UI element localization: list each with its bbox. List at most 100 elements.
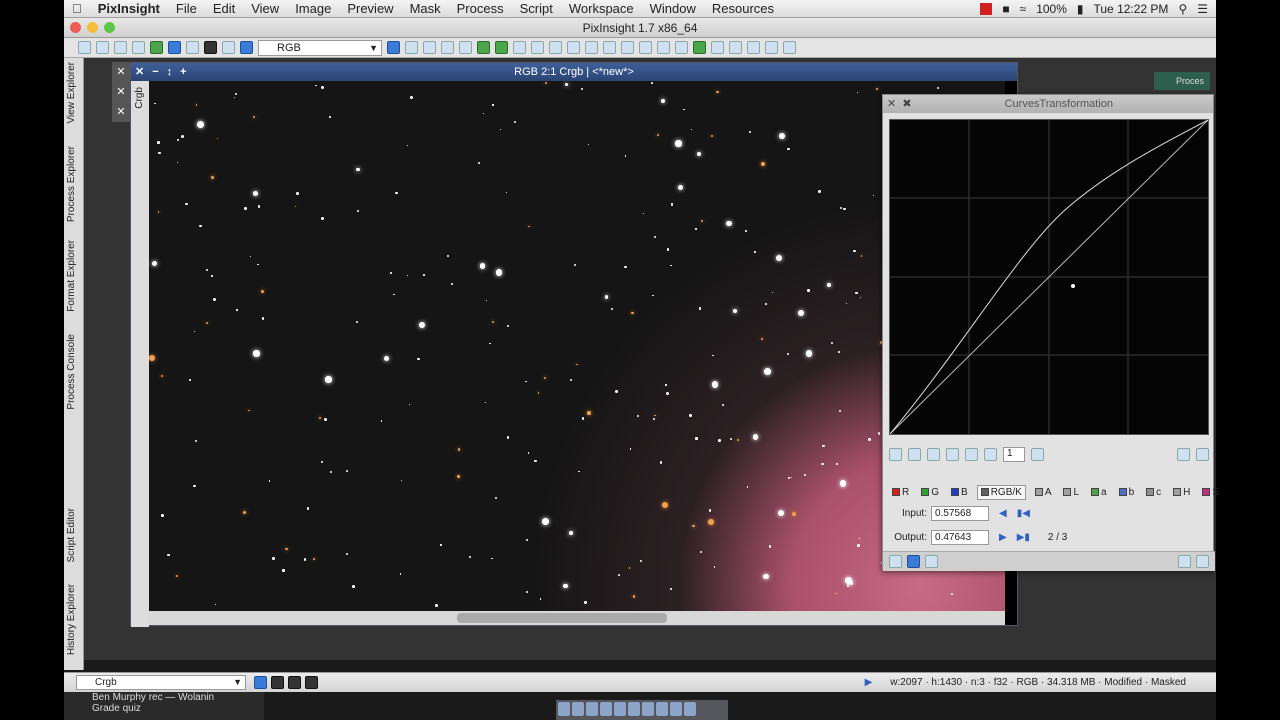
- zoom-reset-icon[interactable]: [1031, 447, 1044, 461]
- tab-process-console[interactable]: Process Console: [66, 334, 77, 410]
- menu-edit[interactable]: Edit: [205, 1, 243, 16]
- mask-view-icon[interactable]: [288, 676, 301, 689]
- tab-history-explorer[interactable]: History Explorer: [66, 584, 77, 655]
- preview-new-icon[interactable]: [603, 41, 616, 54]
- dock-app-icon[interactable]: [558, 702, 570, 716]
- select-point-icon[interactable]: [908, 447, 921, 461]
- display-icon[interactable]: [240, 41, 253, 54]
- close-icon[interactable]: ✕ ✖: [887, 95, 912, 113]
- output-field[interactable]: 0.47643: [931, 529, 989, 545]
- preview-realtime-icon[interactable]: [1196, 555, 1209, 568]
- process-icon[interactable]: [693, 41, 706, 54]
- wifi-icon[interactable]: ≈: [1020, 2, 1027, 16]
- zoom-normal-icon[interactable]: [567, 41, 580, 54]
- green-tool-icon[interactable]: [495, 41, 508, 54]
- channel-button[interactable]: B: [948, 486, 971, 499]
- channel-button[interactable]: R: [889, 486, 912, 499]
- tab-process-explorer[interactable]: Process Explorer: [66, 146, 77, 222]
- readout-icon[interactable]: [1177, 447, 1190, 461]
- new-image-icon[interactable]: [114, 41, 127, 54]
- battery-icon[interactable]: ▮: [1077, 2, 1084, 16]
- view-selector[interactable]: Crgb ▼: [76, 675, 246, 690]
- menu-process[interactable]: Process: [449, 1, 512, 16]
- scrollbar-thumb[interactable]: [457, 613, 667, 623]
- play-icon[interactable]: ▶: [865, 677, 873, 688]
- tool-b-icon[interactable]: [783, 41, 796, 54]
- curves-plot[interactable]: [889, 119, 1209, 435]
- window-tile-icon[interactable]: [675, 41, 688, 54]
- mask-icon[interactable]: [204, 41, 217, 54]
- redo-icon[interactable]: [96, 41, 109, 54]
- dock-app-icon[interactable]: [684, 702, 696, 716]
- undo-icon[interactable]: [78, 41, 91, 54]
- channel-button[interactable]: H: [1170, 486, 1193, 499]
- channel-button[interactable]: S: [1199, 486, 1222, 499]
- preview-edit-icon[interactable]: [621, 41, 634, 54]
- pan-icon[interactable]: [984, 447, 997, 461]
- minimize-icon[interactable]: −: [152, 63, 158, 81]
- dock-app-icon[interactable]: [670, 702, 682, 716]
- zoom-1-icon[interactable]: [423, 41, 436, 54]
- color-space-select[interactable]: RGB ▼: [258, 39, 382, 56]
- curves-titlebar[interactable]: ✕ ✖ CurvesTransformation: [883, 95, 1213, 113]
- channel-button[interactable]: L: [1060, 486, 1082, 499]
- input-field[interactable]: 0.57568: [931, 505, 989, 521]
- tab-view-explorer[interactable]: View Explorer: [66, 62, 77, 124]
- zoom-out-icon[interactable]: [549, 41, 562, 54]
- bookmark-icon[interactable]: [729, 41, 742, 54]
- menu-file[interactable]: File: [168, 1, 205, 16]
- dock-app-icon[interactable]: [572, 702, 584, 716]
- preview-icon[interactable]: [585, 41, 598, 54]
- close-icon[interactable]: ✕: [112, 82, 130, 102]
- menu-script[interactable]: Script: [512, 1, 561, 16]
- dock-app-icon[interactable]: [656, 702, 668, 716]
- menu-resources[interactable]: Resources: [704, 1, 782, 16]
- menu-mask[interactable]: Mask: [402, 1, 449, 16]
- minimize-window-icon[interactable]: [87, 22, 98, 33]
- image-window-titlebar[interactable]: ✕ − ↕ + RGB 2:1 Crgb | <*new*>: [131, 63, 1017, 81]
- menu-window[interactable]: Window: [642, 1, 704, 16]
- prev-point-icon[interactable]: ◀: [999, 508, 1007, 519]
- shade-icon[interactable]: ↕: [167, 63, 173, 81]
- close-icon[interactable]: ✕: [112, 62, 130, 82]
- zoom-out-icon[interactable]: [965, 447, 978, 461]
- menu-image[interactable]: Image: [287, 1, 339, 16]
- channel-button[interactable]: RGB/K: [976, 484, 1026, 500]
- clone-image-icon[interactable]: [132, 41, 145, 54]
- tab-script-editor[interactable]: Script Editor: [66, 508, 77, 562]
- clock[interactable]: Tue 12:22 PM: [1094, 2, 1169, 16]
- layout2-icon[interactable]: [657, 41, 670, 54]
- zoom-counter[interactable]: 1: [1003, 446, 1025, 462]
- rgb-channel-icon[interactable]: [168, 41, 181, 54]
- image-canvas[interactable]: [149, 81, 1005, 613]
- layout-icon[interactable]: [639, 41, 652, 54]
- dock-app-icon[interactable]: [586, 702, 598, 716]
- channel-button[interactable]: c: [1143, 486, 1164, 499]
- close-icon[interactable]: ✕: [112, 102, 130, 122]
- grid-icon[interactable]: [1196, 447, 1209, 461]
- record-icon[interactable]: [980, 2, 993, 15]
- process-panel-peek[interactable]: Proces: [1154, 72, 1210, 90]
- channel-button[interactable]: b: [1116, 486, 1138, 499]
- zoom-in-icon[interactable]: [531, 41, 544, 54]
- console-icon[interactable]: [747, 41, 760, 54]
- spotlight-icon[interactable]: ⚲: [1178, 2, 1187, 16]
- menu-view[interactable]: View: [243, 1, 287, 16]
- apply-icon[interactable]: [907, 555, 920, 568]
- stf-icon[interactable]: [222, 41, 235, 54]
- dock-app-icon[interactable]: [614, 702, 626, 716]
- readout-icon[interactable]: [477, 41, 490, 54]
- image-identifier-tab[interactable]: Crgb: [134, 87, 145, 109]
- channel-button[interactable]: a: [1088, 486, 1110, 499]
- close-window-icon[interactable]: [70, 22, 81, 33]
- edit-point-icon[interactable]: [889, 447, 902, 461]
- apple-menu-icon[interactable]: : [64, 1, 90, 16]
- horizontal-scrollbar[interactable]: [149, 611, 1005, 625]
- new-instance-icon[interactable]: [889, 555, 902, 568]
- tab-format-explorer[interactable]: Format Explorer: [66, 240, 77, 312]
- pointer-icon[interactable]: [513, 41, 526, 54]
- apply-global-icon[interactable]: [925, 555, 938, 568]
- zoom-2-icon[interactable]: [441, 41, 454, 54]
- pan-icon[interactable]: [459, 41, 472, 54]
- close-icon[interactable]: ✕: [135, 63, 144, 81]
